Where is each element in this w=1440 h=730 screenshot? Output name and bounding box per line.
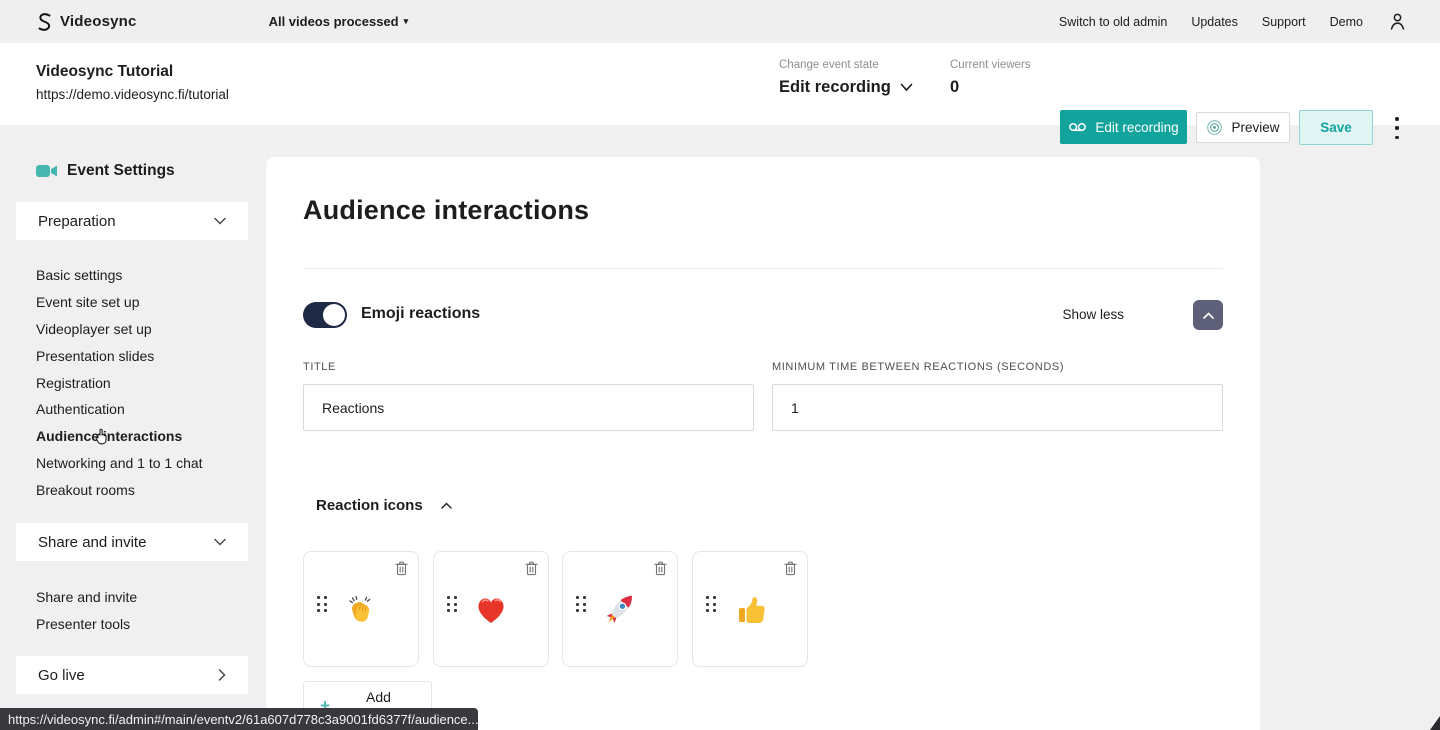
drag-handle-icon[interactable] [317,596,327,622]
video-camera-icon [36,164,58,178]
sidebar-item-networking-chat[interactable]: Networking and 1 to 1 chat [36,450,203,477]
emoji-reactions-toggle[interactable] [303,302,347,328]
chevron-up-icon [1203,312,1214,319]
top-nav: Switch to old admin Updates Support Demo [1059,11,1408,32]
current-viewers-label: Current viewers [950,59,1031,71]
reaction-cards-row [303,551,808,667]
nav-link-switch-old-admin[interactable]: Switch to old admin [1059,15,1167,29]
audience-interactions-panel: Audience interactions Emoji reactions Sh… [266,157,1260,730]
event-header: Videosync Tutorial https://demo.videosyn… [0,43,1440,125]
chevron-down-icon [900,83,913,92]
title-input[interactable] [303,384,754,431]
record-icon [1068,121,1087,133]
min-time-field-label: MINIMUM TIME BETWEEN REACTIONS (SECONDS) [772,361,1064,373]
share-and-invite-label: Share and invite [38,534,146,551]
drag-handle-icon[interactable] [576,596,586,622]
chevron-up-icon [441,502,452,509]
preparation-items: Basic settings Event site set up Videopl… [36,262,203,503]
drag-handle-icon[interactable] [706,596,716,622]
reaction-card-thumbs-up [692,551,808,667]
sidebar-item-presenter-tools[interactable]: Presenter tools [36,611,137,638]
emoji-reactions-header-row: Emoji reactions Show less [303,300,1223,330]
event-settings-title: Event Settings [67,162,175,180]
sidebar-item-videoplayer-set-up[interactable]: Videoplayer set up [36,316,203,343]
chevron-down-icon [214,217,226,225]
nav-link-updates[interactable]: Updates [1191,15,1238,29]
sidebar-item-audience-interactions[interactable]: Audience interactions [36,423,203,450]
videosync-logo[interactable]: Videosync [36,12,137,32]
emoji-reactions-label: Emoji reactions [361,305,480,323]
reaction-icons-header[interactable]: Reaction icons [316,497,452,514]
event-settings-header: Event Settings [36,162,175,180]
videosync-logo-icon [36,12,53,32]
delete-reaction-icon[interactable] [782,559,800,577]
save-label: Save [1320,120,1352,135]
reaction-icons-label: Reaction icons [316,497,423,514]
chevron-right-icon [218,669,226,681]
preview-eye-icon [1206,119,1223,136]
event-state-label: Change event state [779,59,913,71]
preparation-label: Preparation [38,213,116,230]
page-title: Audience interactions [303,195,589,226]
nav-link-demo[interactable]: Demo [1330,15,1363,29]
reaction-card-heart [433,551,549,667]
thumbs-up-emoji-icon [730,589,770,629]
corner-artifact [1430,716,1440,730]
edit-recording-button[interactable]: Edit recording [1060,110,1187,144]
sidebar-group-preparation[interactable]: Preparation [16,202,248,240]
sidebar-item-basic-settings[interactable]: Basic settings [36,262,203,289]
top-bar: Videosync All videos processed ▾ Switch … [0,0,1440,43]
sidebar-item-authentication[interactable]: Authentication [36,396,203,423]
video-status-label: All videos processed [269,14,399,29]
clap-emoji-icon [341,589,381,629]
chevron-down-icon [214,538,226,546]
delete-reaction-icon[interactable] [393,559,411,577]
drag-handle-icon[interactable] [447,596,457,622]
event-state-select[interactable]: Edit recording [779,78,913,97]
reaction-card-clap [303,551,419,667]
event-state-value: Edit recording [779,78,891,97]
delete-reaction-icon[interactable] [523,559,541,577]
divider [303,268,1223,269]
go-live-label: Go live [38,667,85,684]
edit-recording-label: Edit recording [1095,120,1178,135]
sidebar-item-event-site-set-up[interactable]: Event site set up [36,289,203,316]
more-options-kebab-icon[interactable] [1390,115,1404,141]
sidebar-item-presentation-slides[interactable]: Presentation slides [36,342,203,369]
sidebar-item-breakout-rooms[interactable]: Breakout rooms [36,476,203,503]
preview-button[interactable]: Preview [1196,112,1290,143]
sidebar-item-share-and-invite[interactable]: Share and invite [36,584,137,611]
reaction-card-rocket [562,551,678,667]
share-items: Share and invite Presenter tools [36,584,137,638]
sidebar-group-go-live[interactable]: Go live [16,656,248,694]
event-state-block: Change event state Edit recording [779,59,913,97]
preview-label: Preview [1231,120,1279,135]
event-title: Videosync Tutorial [36,63,173,81]
user-account-icon[interactable] [1387,11,1408,32]
event-url-link[interactable]: https://demo.videosync.fi/tutorial [36,87,229,102]
collapse-section-button[interactable] [1193,300,1223,330]
sidebar-group-share-and-invite[interactable]: Share and invite [16,523,248,561]
heart-emoji-icon [471,589,511,629]
nav-link-support[interactable]: Support [1262,15,1306,29]
min-time-input[interactable] [772,384,1223,431]
delete-reaction-icon[interactable] [652,559,670,577]
title-field-label: TITLE [303,361,336,373]
current-viewers-block: Current viewers 0 [950,59,1031,97]
video-status-dropdown[interactable]: All videos processed ▾ [269,14,409,29]
settings-sidebar: Event Settings Preparation Basic setting… [0,125,266,730]
caret-down-icon: ▾ [404,17,409,26]
show-less-link[interactable]: Show less [1062,307,1124,322]
save-button[interactable]: Save [1299,110,1373,145]
sidebar-item-registration[interactable]: Registration [36,369,203,396]
current-viewers-count: 0 [950,78,1031,97]
rocket-emoji-icon [599,588,641,630]
link-preview-statusbar: https://videosync.fi/admin#/main/eventv2… [0,708,478,730]
brand-name: Videosync [60,13,137,30]
